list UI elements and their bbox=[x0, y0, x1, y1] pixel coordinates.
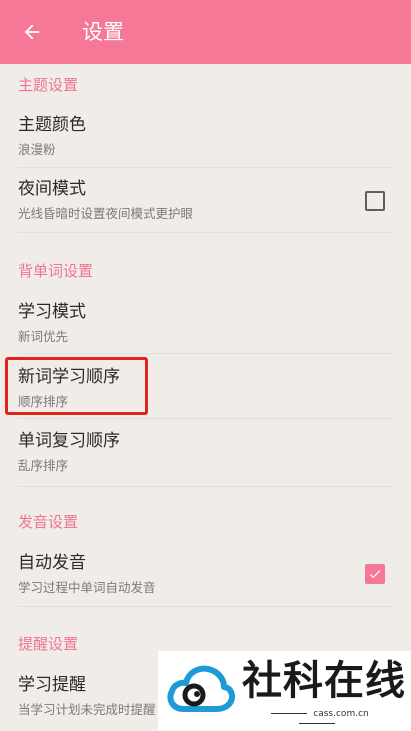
back-button[interactable] bbox=[10, 12, 54, 52]
divider bbox=[18, 232, 394, 233]
arrow-left-icon bbox=[24, 24, 40, 40]
cloud-logo-icon bbox=[167, 665, 235, 712]
section-header-theme: 主题设置 bbox=[18, 76, 79, 94]
section-header-reminder: 提醒设置 bbox=[18, 635, 79, 653]
pref-summary: 新词优先 bbox=[18, 329, 69, 344]
check-icon bbox=[369, 570, 381, 579]
watermark: 社科在线 cass.com.cn bbox=[158, 651, 411, 731]
watermark-text: 社科在线 bbox=[242, 658, 406, 704]
pref-title: 新词学习顺序 bbox=[18, 367, 120, 387]
divider bbox=[18, 167, 394, 168]
pref-summary: 浪漫粉 bbox=[18, 142, 56, 157]
pref-new-word-order[interactable]: 新词学习顺序 顺序排序 bbox=[0, 366, 411, 418]
pref-auto-pronounce[interactable]: 自动发音 学习过程中单词自动发音 bbox=[0, 552, 411, 604]
pref-review-order[interactable]: 单词复习顺序 乱序排序 bbox=[0, 430, 411, 482]
divider bbox=[18, 353, 394, 354]
pref-title: 学习提醒 bbox=[18, 675, 86, 695]
divider bbox=[18, 606, 394, 607]
divider bbox=[18, 486, 394, 487]
pref-summary: 学习过程中单词自动发音 bbox=[18, 580, 156, 595]
pref-title: 学习模式 bbox=[18, 302, 86, 322]
night-mode-checkbox[interactable] bbox=[365, 191, 385, 211]
app-bar: 设置 bbox=[0, 0, 411, 64]
watermark-url: cass.com.cn bbox=[242, 709, 392, 729]
section-header-words: 背单词设置 bbox=[18, 262, 94, 280]
pref-title: 单词复习顺序 bbox=[18, 431, 120, 451]
pref-summary: 光线昏暗时设置夜间模式更护眼 bbox=[18, 206, 194, 221]
page-title: 设置 bbox=[82, 20, 124, 44]
pref-title: 主题颜色 bbox=[18, 115, 86, 135]
pref-theme-color[interactable]: 主题颜色 浪漫粉 bbox=[0, 114, 411, 172]
pref-summary: 当学习计划未完成时提醒 bbox=[18, 702, 156, 717]
pref-title: 夜间模式 bbox=[18, 179, 86, 199]
pref-title: 自动发音 bbox=[18, 553, 86, 573]
pref-night-mode[interactable]: 夜间模式 光线昏暗时设置夜间模式更护眼 bbox=[0, 178, 411, 236]
divider bbox=[18, 418, 394, 419]
pref-summary: 乱序排序 bbox=[18, 458, 69, 473]
section-header-pronunciation: 发音设置 bbox=[18, 513, 79, 531]
auto-pronounce-checkbox[interactable] bbox=[365, 564, 385, 584]
pref-study-mode[interactable]: 学习模式 新词优先 bbox=[0, 301, 411, 353]
pref-summary: 顺序排序 bbox=[18, 394, 69, 409]
